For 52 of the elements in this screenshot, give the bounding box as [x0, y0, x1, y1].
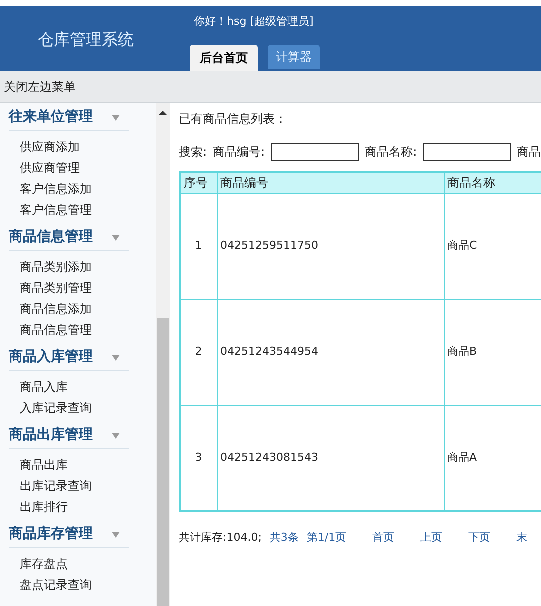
search-field[interactable]	[423, 143, 512, 161]
column-header: 商品编号	[217, 172, 444, 193]
field-label: 商品	[517, 144, 541, 161]
table-cell: 2	[180, 299, 217, 405]
menu-item[interactable]: 客户信息添加	[20, 179, 92, 200]
caret-icon	[111, 530, 121, 538]
scrollbar[interactable]	[156, 103, 170, 606]
caret-icon	[111, 114, 121, 122]
menu-item[interactable]: 商品类别管理	[20, 278, 92, 299]
menu-group-header[interactable]: 商品入库管理	[9, 345, 129, 371]
caret-icon	[111, 432, 121, 440]
page-indicator: 第1/1页	[306, 530, 347, 546]
menu-item[interactable]: 客户信息管理	[20, 200, 92, 221]
menu-item[interactable]: 库存盘点	[20, 554, 68, 575]
search-label: 搜索:	[179, 144, 208, 161]
scroll-up-icon[interactable]	[159, 110, 167, 116]
caret-icon	[111, 354, 121, 362]
scrollbar-thumb[interactable]	[157, 318, 169, 606]
menu-item[interactable]: 出库排行	[20, 497, 68, 518]
nav-tab[interactable]: 后台首页	[190, 45, 258, 71]
table-cell: 04251259511750	[217, 193, 444, 299]
toggle-menu-link[interactable]: 关闭左边菜单	[0, 78, 76, 96]
list-heading: 已有商品信息列表：	[179, 111, 288, 128]
menu-item[interactable]: 供应商添加	[20, 137, 80, 158]
menu-item[interactable]: 商品入库	[20, 377, 68, 398]
field-label: 商品名称:	[365, 144, 418, 161]
record-count: 共3条	[270, 530, 299, 546]
pagination-link[interactable]: 首页	[372, 530, 395, 546]
menu-item[interactable]: 商品出库	[20, 455, 68, 476]
caret-icon	[111, 234, 121, 242]
menu-item[interactable]: 供应商管理	[20, 158, 80, 179]
table-cell: 1	[180, 193, 217, 299]
menu-group-header[interactable]: 商品出库管理	[9, 423, 129, 449]
menu-item[interactable]: 出库记录查询	[20, 476, 92, 497]
pagination-link[interactable]: 下页	[468, 530, 491, 546]
search-field[interactable]	[271, 143, 360, 161]
menu-group-header[interactable]: 往来单位管理	[9, 105, 129, 131]
menu-group-header[interactable]: 商品库存管理	[9, 522, 129, 548]
user-greeting: 你好！hsg [超级管理员]	[193, 14, 315, 30]
menu-item[interactable]: 盘点记录查询	[20, 575, 92, 596]
column-header: 序号	[180, 172, 217, 193]
menu-item[interactable]: 入库记录查询	[20, 398, 92, 419]
stock-total: 共计库存:104.0;	[179, 530, 262, 546]
menu-group-header[interactable]: 商品信息管理	[9, 225, 129, 251]
field-label: 商品编号:	[213, 144, 266, 161]
menu-item[interactable]: 商品信息管理	[20, 320, 92, 341]
menu-item[interactable]: 商品信息添加	[20, 299, 92, 320]
table-cell: 04251243544954	[217, 299, 444, 405]
pagination-link[interactable]: 上页	[420, 530, 443, 546]
menu-item[interactable]: 商品类别添加	[20, 257, 92, 278]
pagination-link[interactable]: 末	[516, 530, 528, 546]
app-title: 仓库管理系统	[37, 29, 135, 51]
